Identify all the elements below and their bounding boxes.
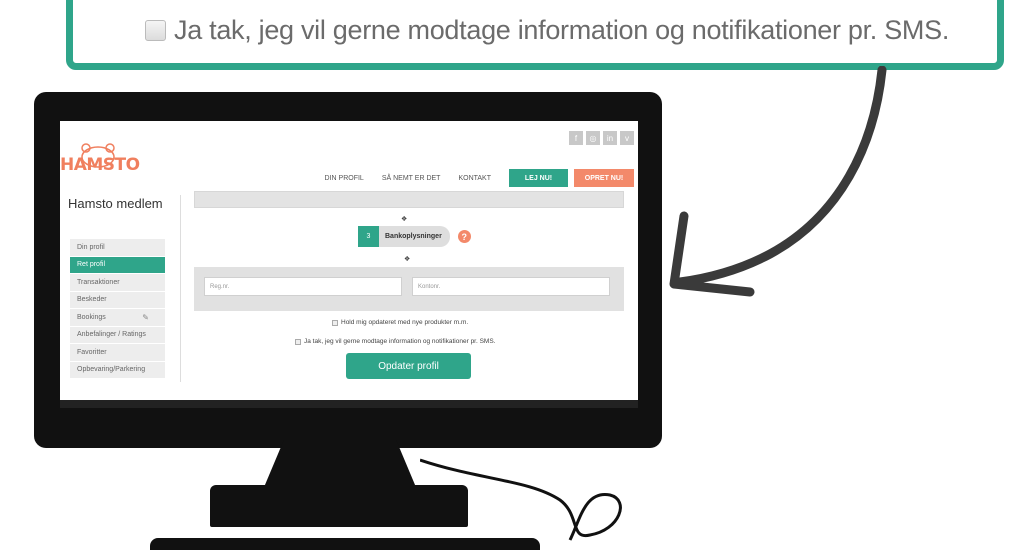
nav-din-profil[interactable]: DIN PROFIL xyxy=(325,175,364,182)
opret-nu-button[interactable]: OPRET NU! xyxy=(574,169,634,187)
newsletter-label: Hold mig opdateret med nye produkter m.m… xyxy=(341,319,469,326)
callout-checkbox-label: Ja tak, jeg vil gerne modtage informatio… xyxy=(174,15,950,45)
lej-nu-button[interactable]: LEJ NU! xyxy=(509,169,568,187)
linkedin-icon[interactable]: in xyxy=(603,131,617,145)
sidebar-item-anbefalinger[interactable]: Anbefalinger / Ratings xyxy=(70,326,165,344)
website-screen: HAMSTO f ◎ in v DIN PROFIL SÅ NEMT ER DE… xyxy=(60,121,638,407)
sidebar-item-label: Bookings xyxy=(77,313,106,321)
hand-drawn-arrow-icon xyxy=(669,66,887,297)
sidebar-title: Hamsto medlem xyxy=(68,196,163,211)
sms-checkbox-row[interactable]: Ja tak, jeg vil gerne modtage informatio… xyxy=(295,338,496,345)
sms-checkbox-zoomed[interactable] xyxy=(145,20,166,41)
member-sidebar: Hamsto medlem Din profil Ret profil Tran… xyxy=(68,196,180,379)
sms-label: Ja tak, jeg vil gerne modtage informatio… xyxy=(304,338,496,345)
step-header: 3 Bankoplysninger ? xyxy=(358,226,471,247)
reg-nr-input[interactable]: Reg.nr. xyxy=(204,277,402,296)
newsletter-checkbox[interactable] xyxy=(332,319,338,326)
sms-checkbox[interactable] xyxy=(295,338,301,345)
screen-bottom-bar xyxy=(60,400,638,408)
instagram-icon[interactable]: ◎ xyxy=(586,131,600,145)
update-profile-button[interactable]: Opdater profil xyxy=(346,353,471,379)
pencil-icon: ✎ xyxy=(142,312,149,322)
konto-nr-input[interactable]: Kontonr. xyxy=(412,277,610,296)
zoom-callout: Ja tak, jeg vil gerne modtage informatio… xyxy=(66,0,1004,70)
sidebar-item-transaktioner[interactable]: Transaktioner xyxy=(70,274,165,292)
sidebar-item-opbevaring[interactable]: Opbevaring/Parkering xyxy=(70,361,165,379)
vimeo-icon[interactable]: v xyxy=(620,131,634,145)
facebook-icon[interactable]: f xyxy=(569,131,583,145)
previous-textarea[interactable] xyxy=(194,191,624,208)
step-number: 3 xyxy=(358,226,379,247)
sidebar-item-beskeder[interactable]: Beskeder xyxy=(70,291,165,309)
step-label: Bankoplysninger xyxy=(379,226,450,247)
sidebar-item-ret-profil[interactable]: Ret profil xyxy=(70,256,165,274)
newsletter-checkbox-row[interactable]: Hold mig opdateret med nye produkter m.m… xyxy=(332,319,468,326)
nav-kontakt[interactable]: KONTAKT xyxy=(458,175,491,182)
logo-text[interactable]: HAMSTO xyxy=(60,155,140,175)
sidebar-item-bookings[interactable]: Bookings ✎ xyxy=(70,309,165,327)
callout-checkbox-row[interactable]: Ja tak, jeg vil gerne modtage informatio… xyxy=(145,15,949,46)
nav-saa-nemt[interactable]: SÅ NEMT ER DET xyxy=(382,175,441,182)
sidebar-item-din-profil[interactable]: Din profil xyxy=(70,239,165,257)
mouse-cable-icon xyxy=(420,458,622,541)
help-icon[interactable]: ? xyxy=(457,230,471,243)
sidebar-item-favoritter[interactable]: Favoritter xyxy=(70,344,165,362)
paw-icon: ❖ xyxy=(404,256,411,263)
paw-icon: ❖ xyxy=(401,216,408,223)
social-links: f ◎ in v xyxy=(569,131,634,145)
main-nav: DIN PROFIL SÅ NEMT ER DET KONTAKT LEJ NU… xyxy=(325,169,634,187)
sidebar-divider xyxy=(180,195,181,382)
bank-details-box: Reg.nr. Kontonr. xyxy=(194,267,624,311)
